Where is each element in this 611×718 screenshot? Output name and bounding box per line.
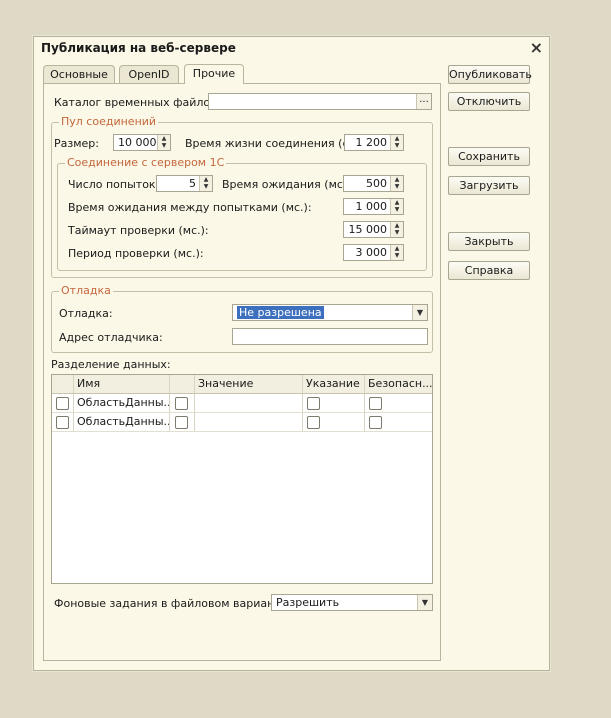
- column-name[interactable]: Имя: [74, 375, 170, 393]
- debugger-address-label: Адрес отладчика:: [59, 331, 163, 344]
- disable-button[interactable]: Отключить: [448, 92, 530, 111]
- connection-group-title: Соединение с сервером 1С: [65, 156, 227, 169]
- pool-size-label: Размер:: [54, 137, 99, 150]
- pool-size-stepper[interactable]: ▲ ▼: [157, 135, 170, 150]
- row-checkbox[interactable]: [56, 397, 69, 410]
- tab-other[interactable]: Прочие: [184, 64, 244, 84]
- column-hint[interactable]: Указание: [303, 375, 365, 393]
- between-label: Время ожидания между попытками (мс.):: [68, 201, 312, 214]
- between-stepper[interactable]: ▲ ▼: [390, 199, 403, 214]
- row-safe-cell: [365, 394, 432, 412]
- publish-dialog: Публикация на веб-сервере × Основные Ope…: [33, 36, 550, 671]
- debug-group-title: Отладка: [59, 284, 113, 297]
- load-button[interactable]: Загрузить: [448, 176, 530, 195]
- check-timeout-value: 15 000: [348, 223, 388, 236]
- background-jobs-select[interactable]: Разрешить ▼: [271, 594, 433, 611]
- background-jobs-value: Разрешить: [276, 596, 340, 609]
- between-value: 1 000: [355, 200, 388, 213]
- row-value[interactable]: [195, 413, 303, 431]
- chevron-down-icon[interactable]: ▼: [412, 305, 427, 320]
- data-separation-table[interactable]: Имя Значение Указание Безопасн... Област…: [51, 374, 433, 584]
- lifetime-value: 1 200: [355, 136, 388, 149]
- hint-checkbox[interactable]: [307, 416, 320, 429]
- check-period-stepper[interactable]: ▲ ▼: [390, 245, 403, 260]
- tab-openid[interactable]: OpenID: [119, 65, 179, 83]
- browse-button[interactable]: ...: [416, 94, 431, 109]
- check-timeout-input[interactable]: 15 000 ▲ ▼: [343, 221, 404, 238]
- check-timeout-label: Таймаут проверки (мс.):: [68, 224, 209, 237]
- temp-dir-label: Каталог временных файлов:: [54, 96, 221, 109]
- check-period-input[interactable]: 3 000 ▲ ▼: [343, 244, 404, 261]
- value-checkbox[interactable]: [175, 397, 188, 410]
- lifetime-input[interactable]: 1 200 ▲ ▼: [344, 134, 404, 151]
- wait-label: Время ожидания (мс.):: [222, 178, 355, 191]
- between-input[interactable]: 1 000 ▲ ▼: [343, 198, 404, 215]
- attempts-label: Число попыток:: [68, 178, 160, 191]
- column-value[interactable]: Значение: [195, 375, 303, 393]
- connection-group: Соединение с сервером 1С Число попыток: …: [57, 156, 427, 271]
- publish-button[interactable]: Опубликовать: [448, 65, 532, 84]
- close-icon[interactable]: ×: [530, 38, 543, 57]
- row-hint-cell: [303, 413, 365, 431]
- close-button[interactable]: Закрыть: [448, 232, 530, 251]
- check-timeout-stepper[interactable]: ▲ ▼: [390, 222, 403, 237]
- row-safe-cell: [365, 413, 432, 431]
- row-value-check-cell: [170, 413, 195, 431]
- row-name: ОбластьДанны...: [74, 394, 170, 412]
- lifetime-label: Время жизни соединения (с.):: [185, 137, 361, 150]
- lifetime-stepper[interactable]: ▲ ▼: [390, 135, 403, 150]
- safe-checkbox[interactable]: [369, 416, 382, 429]
- row-checkbox[interactable]: [56, 416, 69, 429]
- attempts-value: 5: [189, 177, 196, 190]
- attempts-stepper[interactable]: ▲ ▼: [199, 176, 212, 191]
- debug-select[interactable]: Не разрешена ▼: [232, 304, 428, 321]
- wait-input[interactable]: 500 ▲ ▼: [343, 175, 404, 192]
- row-name: ОбластьДанны...: [74, 413, 170, 431]
- pool-group-title: Пул соединений: [59, 115, 159, 128]
- table-header: Имя Значение Указание Безопасн...: [52, 375, 432, 394]
- check-period-label: Период проверки (мс.):: [68, 247, 204, 260]
- pool-size-value: 10 000: [118, 136, 157, 149]
- row-value-check-cell: [170, 394, 195, 412]
- check-period-value: 3 000: [355, 246, 388, 259]
- header-check-cell: [52, 375, 74, 393]
- wait-value: 500: [366, 177, 387, 190]
- value-checkbox[interactable]: [175, 416, 188, 429]
- column-safe[interactable]: Безопасн...: [365, 375, 432, 393]
- header-value-check-cell: [170, 375, 195, 393]
- background-jobs-label: Фоновые задания в файловом варианте:: [54, 597, 292, 610]
- table-row[interactable]: ОбластьДанны...: [52, 413, 432, 432]
- save-button[interactable]: Сохранить: [448, 147, 530, 166]
- data-separation-label: Разделение данных:: [51, 358, 171, 371]
- tab-main[interactable]: Основные: [43, 65, 115, 83]
- safe-checkbox[interactable]: [369, 397, 382, 410]
- chevron-down-icon[interactable]: ▼: [417, 595, 432, 610]
- hint-checkbox[interactable]: [307, 397, 320, 410]
- tab-panel-other: Каталог временных файлов: ... Пул соедин…: [43, 83, 441, 661]
- debug-group: Отладка Отладка: Не разрешена ▼ Адрес от…: [51, 284, 433, 353]
- debug-label: Отладка:: [59, 307, 113, 320]
- wait-stepper[interactable]: ▲ ▼: [390, 176, 403, 191]
- pool-group: Пул соединений Размер: 10 000 ▲ ▼ Время ж…: [51, 115, 433, 278]
- temp-dir-input[interactable]: ...: [208, 93, 432, 110]
- pool-size-input[interactable]: 10 000 ▲ ▼: [113, 134, 171, 151]
- row-check-cell: [52, 413, 74, 431]
- debug-value: Не разрешена: [237, 306, 324, 319]
- row-hint-cell: [303, 394, 365, 412]
- help-button[interactable]: Справка: [448, 261, 530, 280]
- attempts-input[interactable]: 5 ▲ ▼: [156, 175, 213, 192]
- debugger-address-input[interactable]: [232, 328, 428, 345]
- title-bar: Публикация на веб-сервере ×: [34, 37, 549, 59]
- row-value[interactable]: [195, 394, 303, 412]
- row-check-cell: [52, 394, 74, 412]
- table-row[interactable]: ОбластьДанны...: [52, 394, 432, 413]
- dialog-title: Публикация на веб-сервере: [41, 41, 236, 55]
